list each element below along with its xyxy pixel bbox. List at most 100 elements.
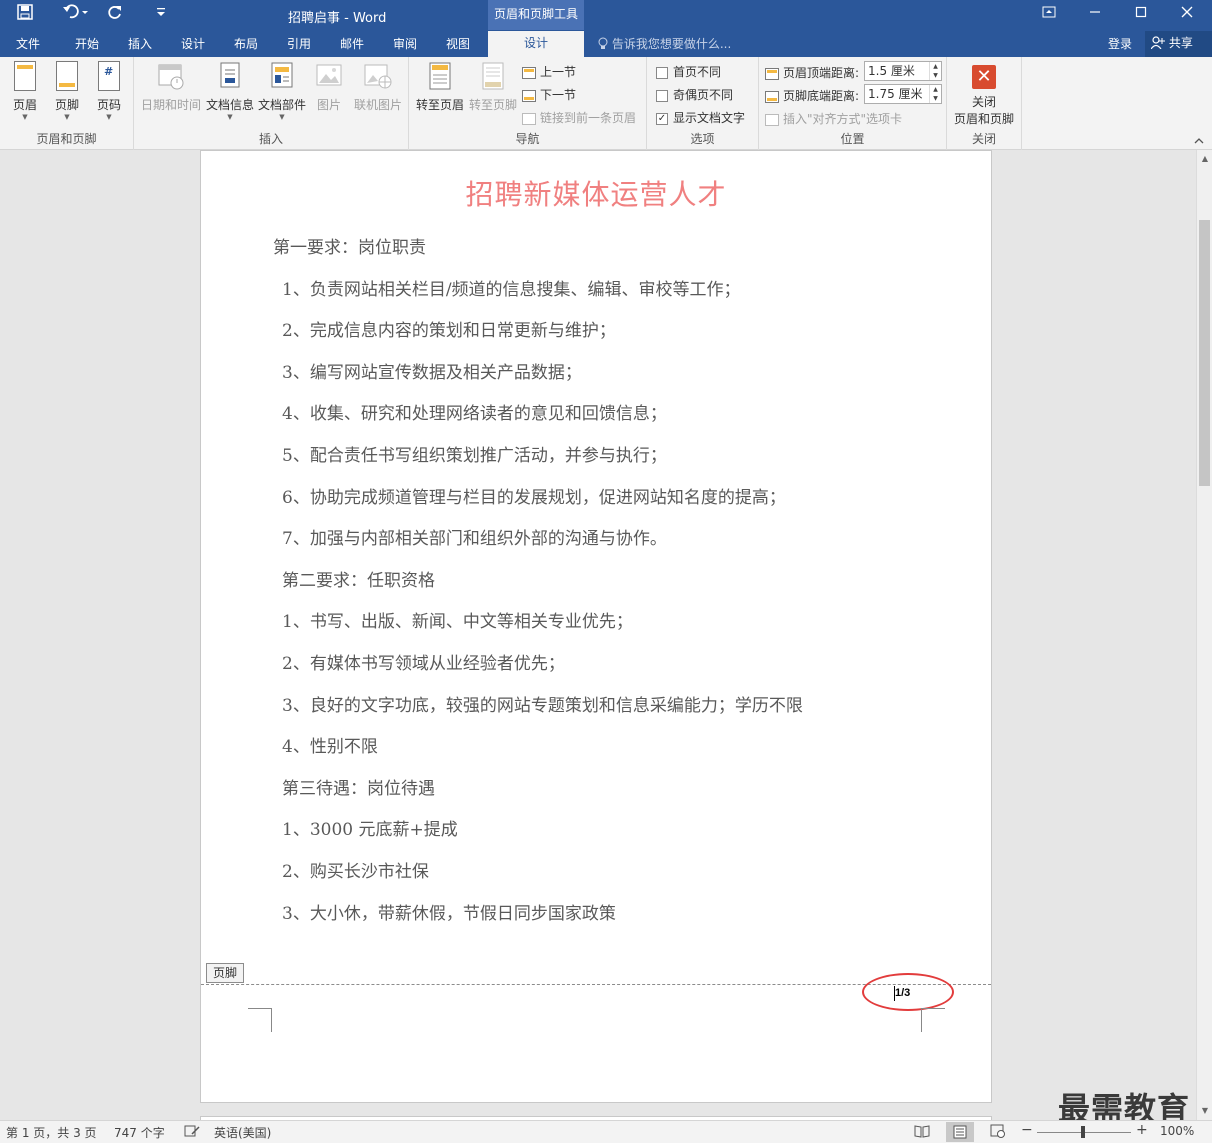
tab-layout[interactable]: 布局 [225, 34, 267, 57]
group-label-close: 关闭 [971, 132, 996, 146]
scroll-up-icon[interactable]: ▲ [1197, 152, 1212, 166]
body-line: 第二要求：任职资格 [282, 571, 435, 591]
minimize-icon[interactable] [1072, 0, 1118, 30]
header-distance-input[interactable]: 1.5 厘米 ▲ ▼ [864, 61, 942, 81]
group-navigation: 转至页眉 转至页脚 上一节 下一节 链接到前一条页眉 导航 [409, 57, 647, 150]
next-section-icon [522, 89, 536, 102]
show-document-text-checkbox[interactable]: ✓ 显示文档文字 [656, 109, 745, 126]
ribbon: 页眉 ▼ 页脚 ▼ # 页码 ▼ 页眉和页脚 日期和时间 文档信息 ▼ 文档部件… [0, 57, 1212, 150]
zoom-out-icon[interactable]: − [1021, 1122, 1033, 1138]
doc-info-label: 文档信息 [205, 98, 254, 112]
next-section-label: 下一节 [540, 88, 577, 102]
context-tool-label: 页眉和页脚工具 [488, 0, 584, 30]
calendar-icon [158, 64, 184, 90]
goto-footer-button[interactable]: 转至页脚 [467, 61, 519, 113]
footer-button[interactable]: 页脚 ▼ [50, 61, 84, 121]
spin-arrows-icon[interactable]: ▲ ▼ [929, 62, 941, 80]
spin-arrows-icon[interactable]: ▲ ▼ [929, 85, 941, 103]
link-to-previous-button[interactable]: 链接到前一条页眉 [522, 109, 636, 126]
dropdown-arrow-icon: ▼ [64, 113, 70, 121]
group-close: ✕ 关闭 页眉和页脚 关闭 [947, 57, 1022, 150]
scroll-thumb[interactable] [1199, 220, 1210, 486]
tab-design[interactable]: 设计 [172, 34, 214, 57]
scroll-down-icon[interactable]: ▼ [1197, 1104, 1212, 1118]
language-indicator[interactable]: 英语(美国) [214, 1124, 271, 1141]
undo-icon[interactable] [58, 4, 92, 26]
share-button[interactable]: 共享 [1145, 31, 1212, 57]
document-page[interactable]: 招聘新媒体运营人才 第一要求：岗位职责 1、负责网站相关栏目/频道的信息搜集、编… [200, 150, 992, 1103]
save-icon[interactable] [14, 4, 36, 26]
date-time-button[interactable]: 日期和时间 [138, 61, 204, 113]
tab-references[interactable]: 引用 [278, 34, 320, 57]
maximize-icon[interactable] [1118, 0, 1164, 30]
status-bar: 第 1 页，共 3 页 747 个字 英语(美国) − + 100% [0, 1120, 1212, 1143]
dropdown-arrow-icon: ▼ [22, 113, 28, 121]
page-number-button[interactable]: # 页码 ▼ [92, 61, 126, 121]
online-picture-button[interactable]: 联机图片 [349, 61, 407, 113]
vertical-scrollbar[interactable]: ▲ ▼ [1196, 150, 1212, 1120]
next-section-button[interactable]: 下一节 [522, 86, 576, 103]
tab-mailings[interactable]: 邮件 [331, 34, 373, 57]
footer-icon [56, 61, 78, 91]
body-line: 1、负责网站相关栏目/频道的信息搜集、编辑、审校等工作； [282, 280, 741, 300]
read-mode-icon[interactable] [914, 1124, 930, 1141]
show-document-text-label: 显示文档文字 [673, 111, 746, 125]
dropdown-arrow-icon: ▼ [106, 113, 112, 121]
tab-view[interactable]: 视图 [437, 34, 479, 57]
body-line: 2、购买长沙市社保 [282, 862, 429, 882]
zoom-level[interactable]: 100% [1160, 1124, 1194, 1138]
close-icon[interactable] [1164, 0, 1210, 30]
previous-section-button[interactable]: 上一节 [522, 63, 576, 80]
zoom-slider-knob[interactable] [1081, 1126, 1085, 1138]
insert-align-tab-button[interactable]: 插入"对齐方式"选项卡 [765, 110, 902, 127]
date-time-label: 日期和时间 [140, 98, 201, 112]
page-number-label: 页码 [96, 98, 121, 112]
word-count[interactable]: 747 个字 [114, 1124, 165, 1141]
redo-icon[interactable] [104, 4, 126, 26]
tab-hf-design[interactable]: 设计 [488, 31, 584, 57]
ribbon-display-options-icon[interactable] [1026, 0, 1072, 30]
quick-parts-icon [271, 62, 293, 88]
doc-info-button[interactable]: 文档信息 ▼ [204, 61, 256, 121]
tab-file[interactable]: 文件 [8, 34, 48, 57]
quick-parts-button[interactable]: 文档部件 ▼ [256, 61, 308, 121]
tell-me-search[interactable]: 告诉我您想要做什么... [598, 35, 731, 52]
picture-button[interactable]: 图片 [311, 61, 347, 113]
different-first-page-checkbox[interactable]: 首页不同 [656, 63, 721, 80]
share-label: 共享 [1168, 36, 1193, 50]
tab-home[interactable]: 开始 [66, 34, 108, 57]
footer-distance-input[interactable]: 1.75 厘米 ▲ ▼ [864, 84, 942, 104]
goto-footer-label: 转至页脚 [468, 98, 517, 112]
header-distance-value: 1.5 厘米 [868, 64, 915, 78]
different-odd-even-checkbox[interactable]: 奇偶页不同 [656, 86, 733, 103]
tab-review[interactable]: 审阅 [384, 34, 426, 57]
doc-info-icon [220, 62, 240, 88]
close-header-footer-button[interactable]: ✕ 关闭 页眉和页脚 [951, 65, 1017, 127]
body-line: 第一要求：岗位职责 [273, 238, 426, 258]
body-line: 1、3000 元底薪+提成 [282, 820, 458, 840]
proofing-icon[interactable] [184, 1124, 200, 1141]
document-title: 招聘启事 - Word [288, 11, 387, 26]
group-label-navigation: 导航 [515, 132, 540, 146]
page-count[interactable]: 第 1 页，共 3 页 [6, 1124, 97, 1141]
collapse-ribbon-icon[interactable] [1194, 137, 1204, 148]
header-button[interactable]: 页眉 ▼ [8, 61, 42, 121]
online-picture-label: 联机图片 [353, 98, 402, 112]
print-layout-icon[interactable] [946, 1122, 974, 1142]
different-odd-even-label: 奇偶页不同 [673, 88, 734, 102]
goto-header-button[interactable]: 转至页眉 [413, 61, 467, 113]
header-label: 页眉 [12, 98, 37, 112]
previous-section-label: 上一节 [540, 65, 577, 79]
zoom-in-icon[interactable]: + [1136, 1122, 1148, 1138]
goto-header-icon [429, 62, 451, 90]
login-link[interactable]: 登录 [1108, 35, 1132, 52]
body-line: 2、有媒体书写领域从业经验者优先； [282, 654, 565, 674]
checkbox-unchecked-icon [656, 89, 668, 102]
web-layout-icon[interactable] [990, 1124, 1006, 1141]
lightbulb-icon [598, 37, 612, 51]
body-line: 3、编写网站宣传数据及相关产品数据； [282, 363, 582, 383]
footer-label: 页脚 [54, 98, 79, 112]
tab-insert[interactable]: 插入 [119, 34, 161, 57]
customize-qat-icon[interactable] [152, 4, 170, 26]
body-line: 4、性别不限 [282, 737, 378, 757]
